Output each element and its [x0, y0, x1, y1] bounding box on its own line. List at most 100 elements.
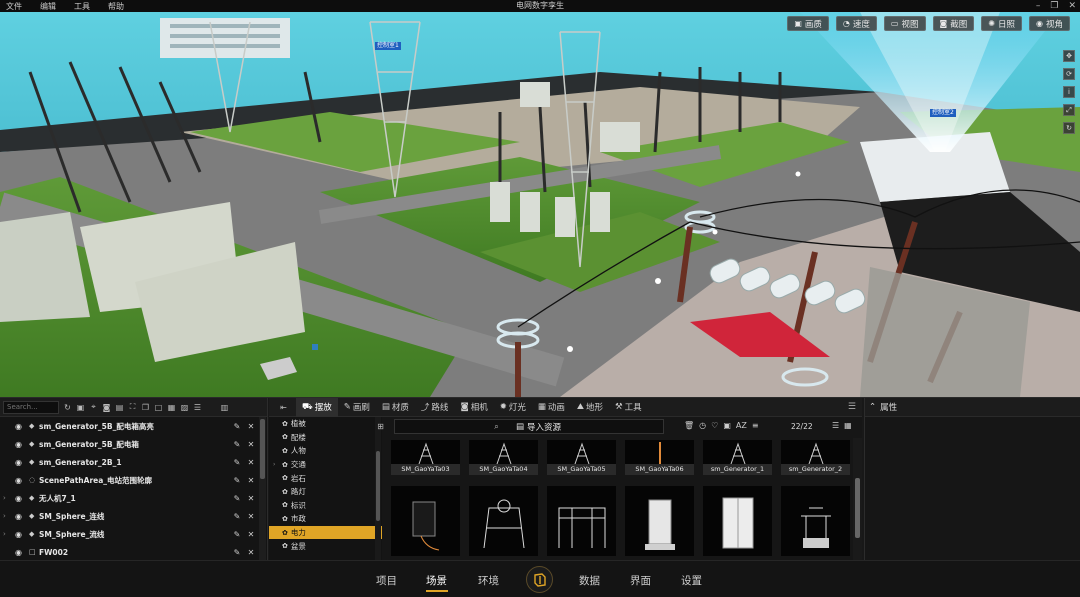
visibility-eye-icon[interactable]: ◉ — [15, 548, 27, 557]
menu-edit[interactable]: 编辑 — [40, 1, 56, 12]
nav-scene[interactable]: 场景 — [426, 573, 447, 588]
asset-tile[interactable]: SM_GaoYaTa05 — [547, 440, 616, 475]
visibility-eye-icon[interactable]: ◉ — [15, 458, 27, 467]
scene-viewport[interactable]: 控制室1 控制室2 ▣ 画质 ◔ 速度 ▭ 视图 ◙ 截图 ✺ 日照 ◉ 视角 ✥ ⟳ i … — [0, 12, 1080, 397]
visibility-eye-icon[interactable]: ◉ — [15, 512, 27, 521]
asset-tile[interactable] — [469, 486, 538, 556]
search-icon[interactable]: ⌕ — [492, 422, 501, 431]
delete-icon[interactable]: ✕ — [244, 458, 258, 467]
menu-tools[interactable]: 工具 — [74, 1, 90, 12]
expand-arrow-icon[interactable]: › — [3, 530, 11, 538]
scroll-thumb[interactable] — [855, 478, 860, 538]
scroll-thumb[interactable] — [260, 419, 265, 479]
expand-icon[interactable]: ⤢ — [1063, 104, 1075, 116]
asset-tile[interactable] — [703, 486, 772, 556]
nav-data[interactable]: 数据 — [579, 573, 600, 588]
delete-icon[interactable]: ✕ — [244, 512, 258, 521]
category-item[interactable]: ✿ 岩石 — [269, 471, 382, 485]
visibility-eye-icon[interactable]: ◉ — [15, 476, 27, 485]
scene-label-control-room-2[interactable]: 控制室2 — [930, 109, 956, 117]
category-item[interactable]: › ✿ 交通 — [269, 458, 382, 472]
sunlight-button[interactable]: ✺ 日照 — [981, 16, 1022, 31]
fit-icon[interactable]: ⛶ — [128, 402, 137, 412]
grid-view-icon[interactable]: ▦ — [844, 421, 852, 430]
collapse-icon[interactable]: ⇤ — [279, 403, 288, 412]
delete-icon[interactable]: ✕ — [244, 530, 258, 539]
tab-wrench[interactable]: ⚒ 工具 — [609, 398, 648, 417]
tab-camera[interactable]: ◙ 相机 — [454, 398, 493, 417]
expand-arrow-icon[interactable]: › — [273, 461, 275, 468]
category-item[interactable]: ✿ 植被 — [269, 417, 382, 431]
nav-project[interactable]: 项目 — [376, 573, 397, 588]
edit-icon[interactable]: ✎ — [230, 548, 244, 557]
select-icon[interactable]: ▣ — [76, 403, 85, 412]
edit-icon[interactable]: ✎ — [230, 530, 244, 539]
close-icon[interactable]: ✕ — [1068, 0, 1076, 12]
asset-tile[interactable]: sm_Generator_2 — [781, 440, 850, 475]
nav-environment[interactable]: 环境 — [478, 573, 499, 588]
list-view-icon[interactable]: ☰ — [832, 421, 839, 430]
minimize-icon[interactable]: – — [1036, 0, 1041, 12]
outliner-row[interactable]: ◉ ◆ sm_Generator_5B_配电箱高亮 ✎ ✕ — [0, 417, 258, 435]
favorite-icon[interactable]: ♡ — [711, 421, 718, 430]
grid-icon[interactable]: ▦ — [167, 403, 176, 412]
category-item[interactable]: ✿ 配楼 — [269, 431, 382, 445]
edit-icon[interactable]: ✎ — [230, 476, 244, 485]
sort-icon[interactable]: ≡ — [752, 421, 759, 430]
visibility-eye-icon[interactable]: ◉ — [15, 530, 27, 539]
edit-icon[interactable]: ✎ — [230, 458, 244, 467]
scroll-thumb[interactable] — [376, 451, 380, 521]
delete-icon[interactable]: 🗑 — [684, 421, 694, 430]
outliner-row[interactable]: › ◉ ◆ SM_Sphere_连线 ✎ ✕ — [0, 507, 258, 525]
tab-light[interactable]: ✹ 灯光 — [494, 398, 532, 417]
tab-animation[interactable]: ▦ 动画 — [532, 398, 571, 417]
delete-icon[interactable]: ✕ — [244, 440, 258, 449]
asset-tile[interactable] — [391, 486, 460, 556]
expand-arrow-icon[interactable]: › — [3, 512, 11, 520]
outliner-row[interactable]: ◉ ◌ ScenePathArea_电站范围轮廓 ✎ ✕ — [0, 471, 258, 489]
menu-help[interactable]: 帮助 — [108, 1, 124, 12]
outliner-row[interactable]: › ◉ ◆ SM_Sphere_流线 ✎ ✕ — [0, 525, 258, 543]
tab-brush[interactable]: ✎ 画刷 — [338, 398, 376, 417]
restore-icon[interactable]: ❐ — [1050, 0, 1058, 12]
quality-button[interactable]: ▣ 画质 — [787, 16, 829, 31]
outliner-row[interactable]: ◉ ◆ sm_Generator_2B_1 ✎ ✕ — [0, 453, 258, 471]
reset-icon[interactable]: ↻ — [1063, 122, 1075, 134]
scene-label-control-room-1[interactable]: 控制室1 — [375, 42, 401, 50]
expand-arrow-icon[interactable]: › — [3, 494, 11, 502]
tab-route[interactable]: ⤴ 路线 — [415, 398, 455, 417]
nav-interface[interactable]: 界面 — [630, 573, 651, 588]
delete-icon[interactable]: ✕ — [244, 494, 258, 503]
edit-icon[interactable]: ✎ — [230, 494, 244, 503]
save-icon[interactable]: ▣ — [723, 421, 731, 430]
asset-tile[interactable]: SM_GaoYaTa04 — [469, 440, 538, 475]
delete-icon[interactable]: ✕ — [244, 548, 258, 557]
viewangle-button[interactable]: ◉ 视角 — [1029, 16, 1070, 31]
list-icon[interactable]: ☰ — [193, 403, 202, 412]
category-item[interactable]: ✿ 电力 — [269, 525, 382, 540]
info-icon[interactable]: i — [1063, 86, 1075, 98]
category-item[interactable]: ✿ 市政 — [269, 512, 382, 526]
move-icon[interactable]: ✥ — [1063, 50, 1075, 62]
asset-scrollbar[interactable] — [853, 438, 862, 561]
outliner-row[interactable]: › ◉ ◆ 无人机7_1 ✎ ✕ — [0, 489, 258, 507]
properties-header[interactable]: ⌃ 属性 — [865, 398, 1080, 417]
visibility-eye-icon[interactable]: ◉ — [15, 440, 27, 449]
asset-tile[interactable] — [625, 486, 694, 556]
category-item[interactable]: ✿ 盆景 — [269, 539, 382, 553]
visibility-eye-icon[interactable]: ◉ — [15, 494, 27, 503]
asset-tile[interactable] — [547, 486, 616, 556]
browser-menu-icon[interactable]: ☰ — [848, 402, 856, 412]
category-scrollbar[interactable] — [375, 417, 381, 561]
outliner-scrollbar[interactable] — [259, 417, 266, 561]
film-icon[interactable]: ▤ — [115, 403, 124, 412]
asset-tile[interactable]: SM_GaoYaTa06 — [625, 440, 694, 475]
menu-file[interactable]: 文件 — [6, 1, 22, 12]
sort-az-icon[interactable]: AZ — [736, 421, 747, 430]
edit-icon[interactable]: ✎ — [230, 440, 244, 449]
history-icon[interactable]: ◷ — [699, 421, 706, 430]
view-button[interactable]: ▭ 视图 — [883, 16, 926, 31]
outliner-row[interactable]: ◉ ◆ sm_Generator_5B_配电箱 ✎ ✕ — [0, 435, 258, 453]
category-item[interactable]: ✿ 人物 — [269, 444, 382, 458]
tab-material[interactable]: ▤ 材质 — [376, 398, 415, 417]
